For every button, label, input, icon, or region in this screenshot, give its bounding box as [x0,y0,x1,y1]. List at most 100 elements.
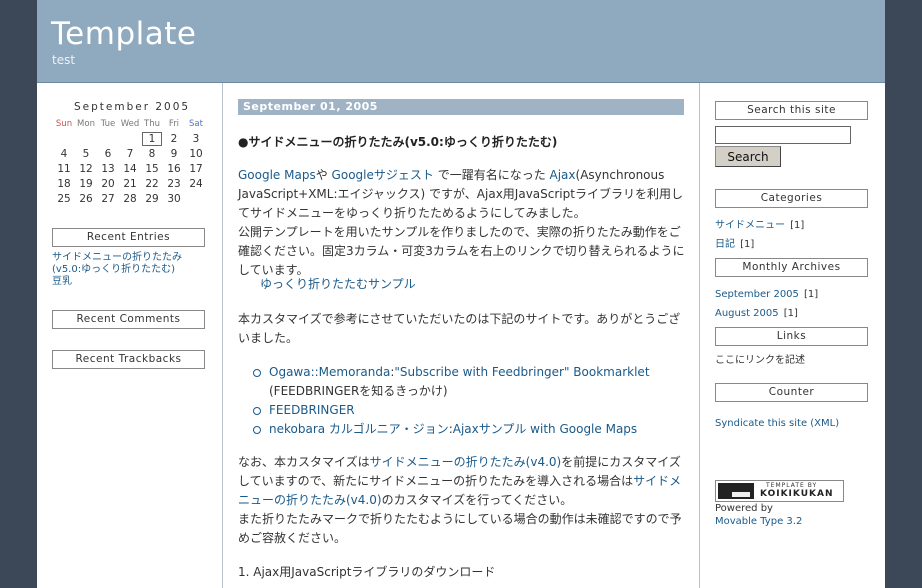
left-sidebar: September 2005 Sun Mon Tue Wed Thu Fri S… [37,83,223,588]
weekday-wed: Wed [120,119,140,129]
sample-paragraph: ゆっくり折りたたむサンプル [260,275,708,294]
recent-entries-title: Recent Entries [52,228,205,247]
calendar-day [75,131,97,146]
calendar-day: 25 [57,192,71,205]
counter-box: Counter [715,383,868,402]
page: Template test September 2005 Sun Mon Tue… [37,0,885,588]
calendar-day: 30 [167,192,181,205]
archive-link[interactable]: August 2005 [715,308,779,319]
search-title: Search this site [715,101,868,120]
reference-link[interactable]: Ogawa::Memoranda [269,365,390,379]
calendar-day: 15 [145,162,159,175]
badge-line1: TEMPLATE BY [766,482,818,489]
reference-link[interactable]: FEEDBRINGER [269,403,355,417]
counter-title: Counter [715,383,868,402]
template-badge[interactable]: TEMPLATE BY KOIKIKUKAN [715,480,844,502]
calendar-day: 16 [167,162,181,175]
reference-link[interactable]: "Subscribe with Feedbringer" Bookmarklet [394,365,649,379]
recent-entry-link[interactable]: 豆乳 [52,276,205,288]
weekday-fri: Fri [168,119,180,129]
calendar-week: 25 26 27 28 29 30 [53,191,207,206]
archive-link[interactable]: September 2005 [715,289,799,300]
link-google-maps[interactable]: Google Maps [238,168,316,182]
weekday-thu: Thu [144,119,160,129]
syndicate-link[interactable]: Syndicate this site (XML) [715,418,868,430]
site-title[interactable]: Template [51,16,196,52]
calendar-day: 23 [167,177,181,190]
main-content: September 01, 2005 ●サイドメニューの折りたたみ(v5.0:ゆ… [223,83,699,588]
post-paragraph-thanks: 本カスタマイズで参考にさせていただいたのは下記のサイトです。ありがとうございまし… [238,312,681,345]
search-input[interactable] [715,126,851,144]
link-v4[interactable]: サイドメニューの折りたたみ(v4.0) [370,455,562,469]
calendar-day: 10 [189,147,203,160]
category-link[interactable]: サイドメニュー [715,220,785,231]
search-box: Search this site [715,101,868,120]
calendar-day [185,191,207,206]
post-paragraph-note: なお、本カスタマイズはサイドメニューの折りたたみ(v4.0)を前提にカスタマイズ… [238,453,686,548]
recent-entry-link[interactable]: サイドメニューの折りたたみ(v5.0:ゆっくり折りたたむ) [52,252,205,276]
calendar-day: 27 [101,192,115,205]
calendar-day: 18 [57,177,71,190]
weekday-sun: Sun [55,119,73,129]
link-ajax[interactable]: Ajax [550,168,576,182]
calendar-day: 21 [123,177,137,190]
text: や [315,168,332,182]
calendar-day: 4 [60,147,68,160]
archives-box: Monthly Archives September 2005 [1] Augu… [715,258,868,320]
category-count: [1] [740,239,755,250]
recent-comments-title: Recent Comments [52,310,205,329]
weekday-tue: Tue [100,119,116,129]
text: なお、本カスタマイズは [238,455,370,469]
text: また折りたたみマークで折りたたむようにしている場合の動作は未確認ですので予めご容… [238,512,682,545]
category-link[interactable]: 日記 [715,239,735,250]
weekday-mon: Mon [77,119,95,129]
movable-type-link[interactable]: Movable Type 3.2 [715,516,868,528]
calendar-day: 17 [189,162,203,175]
powered-by: Powered by [715,503,773,514]
text: で一躍有名になった [433,168,550,182]
list-item: nekobara カルゴルニア・ジョン:Ajaxサンプル with Google… [253,420,683,439]
recent-trackbacks-box: Recent Trackbacks [52,350,205,369]
reference-link[interactable]: Ajaxサンプル with Google Maps [453,422,637,436]
badge-logo-icon [718,483,754,499]
weekday-sat: Sat [189,119,203,129]
post-title[interactable]: ●サイドメニューの折りたたみ(v5.0:ゆっくり折りたたむ) [238,133,557,150]
recent-comments-box: Recent Comments [52,310,205,329]
calendar-day: 26 [79,192,93,205]
text: 公開テンプレートを用いたサンプルを作りましたので、実際の折りたたみ動作をご確認く… [238,225,685,277]
calendar-day: 11 [57,162,71,175]
calendar-day [97,131,119,146]
calendar-week: 12 3 [53,131,207,146]
site-header: Template test [37,0,885,83]
link-google-suggest[interactable]: Googleサジェスト [332,168,434,182]
calendar-day: 3 [192,132,200,145]
archives-title: Monthly Archives [715,258,868,277]
calendar-day [119,131,141,146]
calendar-day: 13 [101,162,115,175]
search-button[interactable]: Search [715,146,781,167]
calendar-day: 5 [82,147,90,160]
calendar-body: 1 2 3 4 5 6 7 8 9 10 11 12 13 14 15 16 17 18 19 20 21 22 23 24 2… [53,131,207,206]
category-count: [1] [790,220,805,231]
reference-link[interactable]: nekobara カルゴルニア・ジョン [269,422,449,436]
list-item: Ogawa::Memoranda:"Subscribe with Feedbri… [253,363,683,401]
site-description: test [52,53,76,67]
archive-count: [1] [804,289,819,300]
categories-box: Categories サイドメニュー [1] 日記 [1] [715,189,868,251]
links-box: Links ここにリンクを記述 [715,327,868,366]
calendar-day-link[interactable]: 1 [142,131,162,146]
calendar: Sun Mon Tue Wed Thu Fri Sat 1 2 3 4 5 6 7 8 9 10 1… [53,117,207,206]
calendar-day: 20 [101,177,115,190]
links-text: ここにリンクを記述 [715,355,805,366]
archive-count: [1] [783,308,798,319]
sample-link[interactable]: ゆっくり折りたたむサンプル [260,277,416,291]
reference-list: Ogawa::Memoranda:"Subscribe with Feedbri… [253,363,683,439]
bullet-icon [253,426,261,434]
calendar-day[interactable]: 1 [141,131,163,146]
reference-note: (FEEDBRINGERを知るきっかけ) [269,384,448,398]
list-item: FEEDBRINGER [253,401,683,420]
calendar-week: 4 5 6 7 8 9 10 [53,146,207,161]
calendar-day: 29 [145,192,159,205]
calendar-day: 9 [170,147,178,160]
calendar-day: 28 [123,192,137,205]
